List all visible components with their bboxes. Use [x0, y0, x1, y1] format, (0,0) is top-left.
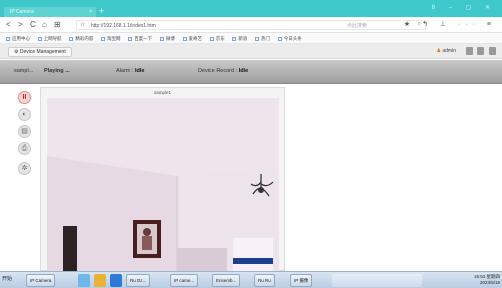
camera-icon: ◐	[22, 111, 27, 118]
app-icon[interactable]	[94, 274, 106, 287]
folder-icon	[128, 36, 133, 41]
device-management-label: Device Management	[19, 49, 66, 55]
taskbar-item[interactable]: IP Camera	[26, 274, 56, 287]
ptz-settings-button[interactable]: ✲	[18, 162, 31, 175]
header-icons	[463, 47, 496, 57]
app-header: ⚙ Device Management ♟ admin	[0, 44, 502, 59]
playing-status: Playing ...	[44, 68, 70, 74]
taskbar-item[interactable]: Ensemb...	[212, 274, 241, 287]
taskbar-item[interactable]: Ru Ru	[254, 274, 275, 287]
main-content: II ◐ ▤ ⎙ ✲ sample1	[0, 85, 502, 272]
bookmark-item[interactable]: 淘宝网	[101, 33, 121, 43]
system-tray-icons[interactable]	[332, 274, 422, 287]
pause-button[interactable]: II	[18, 91, 31, 104]
bookmark-item[interactable]: 热门	[255, 33, 270, 43]
device-record-status: Device Record : Idle	[198, 68, 249, 74]
taskbar-item[interactable]: Ru Dz...	[126, 274, 151, 287]
video-panel: sample1	[40, 87, 285, 272]
folder-icon	[37, 36, 42, 41]
bookmark-item[interactable]: 爱奇艺	[182, 33, 202, 43]
device-management-tab[interactable]: ⚙ Device Management	[8, 47, 72, 57]
pause-icon: II	[22, 94, 27, 101]
username: admin	[442, 48, 456, 54]
forward-button[interactable]: >	[18, 20, 23, 30]
video-feed[interactable]	[47, 98, 279, 272]
bookmark-item[interactable]: 精彩内容	[69, 33, 93, 43]
record-button[interactable]: ▤	[18, 125, 31, 138]
new-tab-button[interactable]: +	[99, 6, 104, 16]
bookmark-item[interactable]: 京东	[209, 33, 225, 43]
window-controls[interactable]: 8 – ▢ ✕	[432, 4, 496, 11]
folder-icon	[159, 36, 164, 41]
folder-icon	[255, 36, 260, 41]
bookmark-item[interactable]: 微博	[159, 33, 175, 43]
bookmark-item[interactable]: 上网导航	[37, 33, 62, 43]
reload-button[interactable]: C	[30, 20, 36, 30]
lock-icon[interactable]	[477, 47, 485, 55]
snapshot-button[interactable]: ◐	[18, 108, 31, 121]
print-icon: ⎙	[21, 145, 28, 152]
folder-icon	[69, 36, 74, 41]
search-placeholder[interactable]: 点此搜索	[347, 22, 367, 30]
tab-title: IP Camera	[10, 9, 34, 15]
folder-icon	[209, 36, 214, 41]
address-bar[interactable]: ☆ http://192.168.1.1/index1.htm 点此搜索 ⌕	[76, 20, 426, 30]
app-icon[interactable]	[110, 274, 122, 287]
settings-icon[interactable]	[465, 47, 473, 55]
clock[interactable]: 16:53 星期四 2023/5/18	[474, 274, 500, 286]
folder-icon	[6, 36, 10, 41]
camera-name: sampl...	[14, 68, 34, 74]
os-taskbar: 开始 IP Camera Ru Dz... IP came... Ensemb.…	[0, 271, 502, 288]
folder-icon	[232, 36, 237, 41]
folder-icon	[277, 36, 282, 41]
power-icon[interactable]	[489, 47, 496, 55]
browser-right-icons[interactable]: ★ ↰ ⊥ ··· ≡	[404, 20, 496, 28]
alarm-status: Alarm : Idle	[116, 68, 145, 74]
browser-tab[interactable]: IP Camera ×	[4, 7, 96, 17]
taskbar-item[interactable]: IP 摄像	[290, 274, 313, 287]
browser-nav-bar: < > C ⌂ ⊞ ☆ http://192.168.1.1/index1.ht…	[0, 17, 502, 33]
bookmark-item[interactable]: 百度一下	[128, 33, 152, 43]
bookmark-item[interactable]: 今日头条	[277, 33, 302, 43]
taskbar-item[interactable]: IP came...	[170, 274, 199, 287]
print-button[interactable]: ⎙	[18, 142, 31, 155]
camera-status-bar: sampl... Playing ... Alarm : Idle Device…	[0, 60, 502, 84]
folder-icon	[101, 36, 106, 41]
record-icon: ▤	[21, 128, 28, 135]
user-icon: ♟	[436, 48, 441, 54]
star-icon[interactable]: ☆	[80, 20, 85, 30]
bookmark-item[interactable]: 新浪	[232, 33, 247, 43]
control-sidebar: II ◐ ▤ ⎙ ✲	[14, 88, 36, 268]
tab-close-icon[interactable]: ×	[89, 7, 92, 17]
start-button[interactable]: 开始	[2, 275, 12, 282]
back-button[interactable]: <	[6, 20, 11, 30]
bookmarks-bar: 应用中心 上网导航 精彩内容 淘宝网 百度一下 微博 爱奇艺 京东 新浪 热门 …	[0, 33, 502, 44]
bookmark-item[interactable]: 应用中心	[6, 33, 30, 43]
app-icon[interactable]	[78, 274, 90, 287]
camera-view-image	[47, 98, 279, 272]
folder-icon	[182, 36, 187, 41]
browser-title-bar: IP Camera × + 8 – ▢ ✕	[0, 0, 502, 17]
tiles-button[interactable]: ⊞	[54, 20, 61, 30]
settings-icon: ✲	[21, 165, 28, 172]
user-info[interactable]: ♟ admin	[437, 48, 457, 54]
video-title: sample1	[153, 90, 171, 95]
home-button[interactable]: ⌂	[42, 20, 47, 30]
clock-date: 2023/5/18	[479, 280, 500, 285]
url-text[interactable]: http://192.168.1.1/index1.htm	[91, 22, 156, 30]
